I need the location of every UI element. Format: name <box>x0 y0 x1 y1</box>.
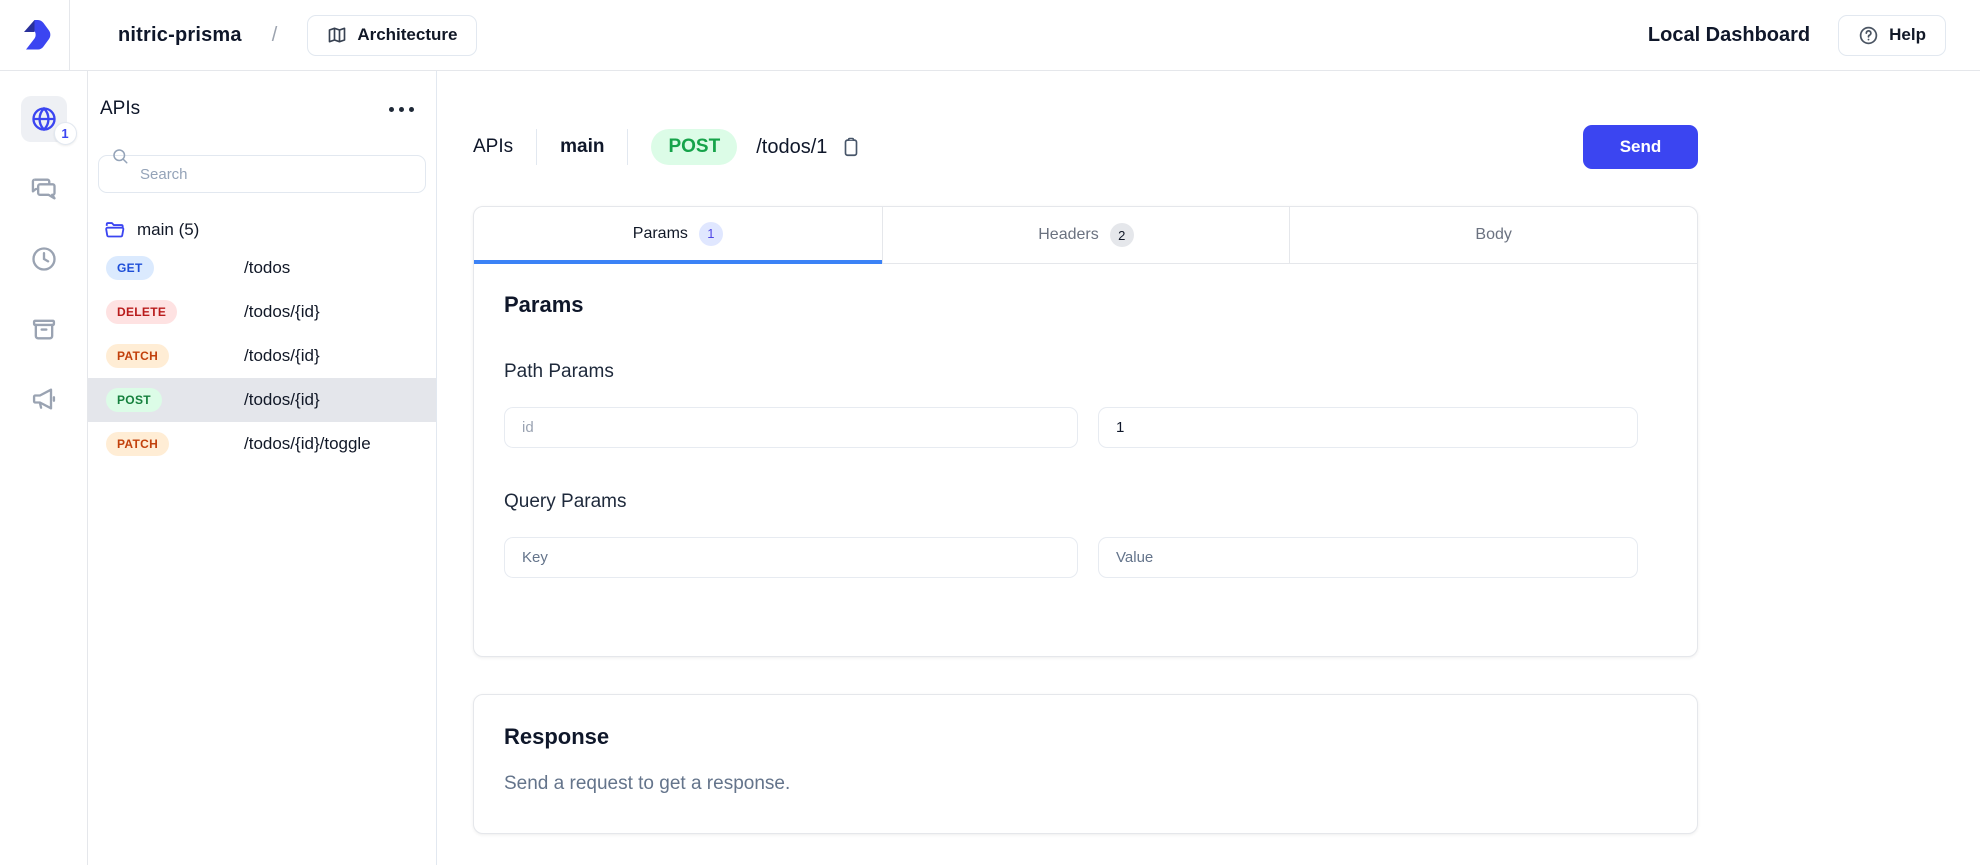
endpoint-row-patch-todo[interactable]: PATCH /todos/{id} <box>88 334 436 378</box>
api-group-main[interactable]: main (5) <box>98 219 426 241</box>
tab-headers-label: Headers <box>1038 226 1098 244</box>
tab-body-label: Body <box>1475 226 1511 244</box>
request-method-badge: POST <box>651 129 737 165</box>
rail-item-storage[interactable] <box>21 306 67 352</box>
method-badge: DELETE <box>106 300 177 324</box>
breadcrumb-divider <box>627 129 628 165</box>
params-title: Params <box>504 292 1635 318</box>
method-badge: POST <box>106 388 162 412</box>
path-params-row <box>504 407 1635 448</box>
method-badge: GET <box>106 256 154 280</box>
request-tabs: Params 1 Headers 2 Body <box>474 207 1697 264</box>
query-param-value-input[interactable] <box>1098 537 1638 578</box>
top-bar: nitric-prisma / Architecture Local Dashb… <box>0 0 1980 71</box>
folder-open-icon <box>104 219 126 241</box>
logo-cell <box>0 0 70 71</box>
archive-box-icon <box>30 315 58 343</box>
response-title: Response <box>504 724 1667 750</box>
clock-icon <box>30 245 58 273</box>
endpoint-path: /todos/{id} <box>244 346 320 366</box>
request-path: /todos/1 <box>756 136 827 159</box>
help-label: Help <box>1889 25 1926 45</box>
request-card: Params 1 Headers 2 Body Params Path Para… <box>473 206 1698 657</box>
endpoint-row-get-todos[interactable]: GET /todos <box>88 246 436 290</box>
breadcrumb-group: main <box>560 136 604 158</box>
help-button[interactable]: Help <box>1838 15 1946 56</box>
path-param-value-input[interactable] <box>1098 407 1638 448</box>
apis-sidebar: APIs main (5) GET /todos <box>88 71 437 865</box>
api-group-label: main (5) <box>137 220 199 240</box>
help-circle-icon <box>1858 25 1879 46</box>
architecture-label: Architecture <box>357 25 457 45</box>
tab-params-count-badge: 1 <box>699 222 723 246</box>
params-panel: Params Path Params Query Params <box>474 264 1697 656</box>
tab-params[interactable]: Params 1 <box>474 207 882 264</box>
endpoint-row-post-todo[interactable]: POST /todos/{id} <box>88 378 436 422</box>
icon-rail: 1 <box>0 71 88 865</box>
local-dashboard-label: Local Dashboard <box>1648 24 1810 47</box>
globe-icon <box>30 105 58 133</box>
path-param-key-input[interactable] <box>504 407 1078 448</box>
rail-item-topics[interactable] <box>21 376 67 422</box>
response-empty-message: Send a request to get a response. <box>504 773 1667 795</box>
search-input[interactable] <box>98 155 426 193</box>
endpoint-path: /todos <box>244 258 290 278</box>
endpoint-path: /todos/{id}/toggle <box>244 434 371 454</box>
response-card: Response Send a request to get a respons… <box>473 694 1698 834</box>
breadcrumb-separator: / <box>272 24 278 47</box>
sidebar-title: APIs <box>100 98 140 120</box>
main-content: APIs main POST /todos/1 Send Params 1 <box>437 71 1980 865</box>
more-options-icon[interactable] <box>383 99 420 120</box>
query-param-key-input[interactable] <box>504 537 1078 578</box>
tab-params-label: Params <box>633 225 688 243</box>
project-name: nitric-prisma <box>118 24 242 47</box>
rail-item-chat[interactable] <box>21 166 67 212</box>
endpoint-path: /todos/{id} <box>244 390 320 410</box>
endpoint-row-delete-todo[interactable]: DELETE /todos/{id} <box>88 290 436 334</box>
request-breadcrumb: APIs main POST /todos/1 <box>473 125 1980 169</box>
megaphone-icon <box>30 385 58 413</box>
chat-bubbles-icon <box>30 175 58 203</box>
query-params-row <box>504 537 1635 578</box>
copy-path-icon[interactable] <box>840 136 862 158</box>
query-params-title: Query Params <box>504 491 1635 513</box>
method-badge: PATCH <box>106 344 169 368</box>
rail-item-apis[interactable]: 1 <box>21 96 67 142</box>
rail-item-schedules[interactable] <box>21 236 67 282</box>
tab-headers[interactable]: Headers 2 <box>882 207 1290 264</box>
map-icon <box>327 25 347 45</box>
breadcrumb-root: APIs <box>473 136 513 158</box>
path-params-title: Path Params <box>504 361 1635 383</box>
tab-headers-count-badge: 2 <box>1110 223 1134 247</box>
apis-count-badge: 1 <box>54 122 77 145</box>
send-button[interactable]: Send <box>1583 125 1698 169</box>
breadcrumb-divider <box>536 129 537 165</box>
nitric-logo-icon <box>15 15 55 55</box>
architecture-button[interactable]: Architecture <box>307 15 477 56</box>
endpoint-path: /todos/{id} <box>244 302 320 322</box>
endpoint-list: GET /todos DELETE /todos/{id} PATCH /tod… <box>98 246 426 466</box>
tab-body[interactable]: Body <box>1289 207 1697 264</box>
endpoint-row-patch-toggle[interactable]: PATCH /todos/{id}/toggle <box>88 422 436 466</box>
method-badge: PATCH <box>106 432 169 456</box>
